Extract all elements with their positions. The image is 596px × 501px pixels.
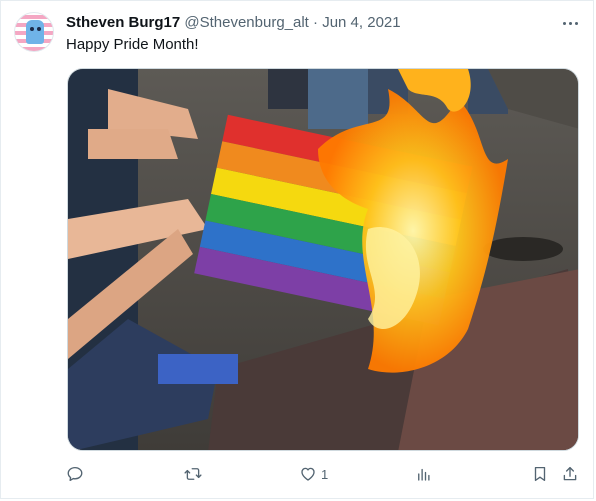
photo-burning-flag bbox=[68, 69, 578, 450]
more-dot bbox=[562, 21, 566, 25]
display-name[interactable]: Stheven Burg17 bbox=[66, 14, 180, 31]
separator: · bbox=[313, 14, 319, 31]
tweet-text: Happy Pride Month! bbox=[66, 36, 199, 53]
avatar[interactable] bbox=[14, 12, 54, 52]
user-handle[interactable]: @Sthevenburg_alt bbox=[184, 14, 308, 31]
tweet-photo[interactable] bbox=[67, 68, 579, 451]
bookmark-icon bbox=[534, 466, 546, 482]
share-button[interactable] bbox=[561, 462, 579, 486]
more-dot bbox=[574, 21, 578, 25]
retweet-icon bbox=[184, 468, 202, 480]
reply-icon bbox=[67, 466, 83, 482]
views-icon bbox=[418, 468, 430, 481]
like-count: 1 bbox=[321, 466, 329, 482]
avatar-character bbox=[26, 20, 44, 44]
more-dot bbox=[568, 21, 572, 25]
tweet-actions: 1 bbox=[0, 462, 596, 486]
avatar-eye bbox=[30, 27, 34, 31]
more-options-button[interactable] bbox=[559, 12, 581, 34]
tweet-date[interactable]: Jun 4, 2021 bbox=[322, 14, 400, 31]
bookmark-button[interactable] bbox=[531, 462, 549, 486]
avatar-eye bbox=[37, 27, 41, 31]
reply-button[interactable] bbox=[66, 462, 84, 486]
retweet-button[interactable] bbox=[184, 462, 202, 486]
heart-icon bbox=[301, 467, 315, 481]
like-button[interactable]: 1 bbox=[299, 462, 328, 486]
share-icon bbox=[563, 466, 577, 481]
tweet-header: Stheven Burg17 @Sthevenburg_alt · Jun 4,… bbox=[66, 13, 401, 33]
views-button[interactable] bbox=[415, 462, 433, 486]
